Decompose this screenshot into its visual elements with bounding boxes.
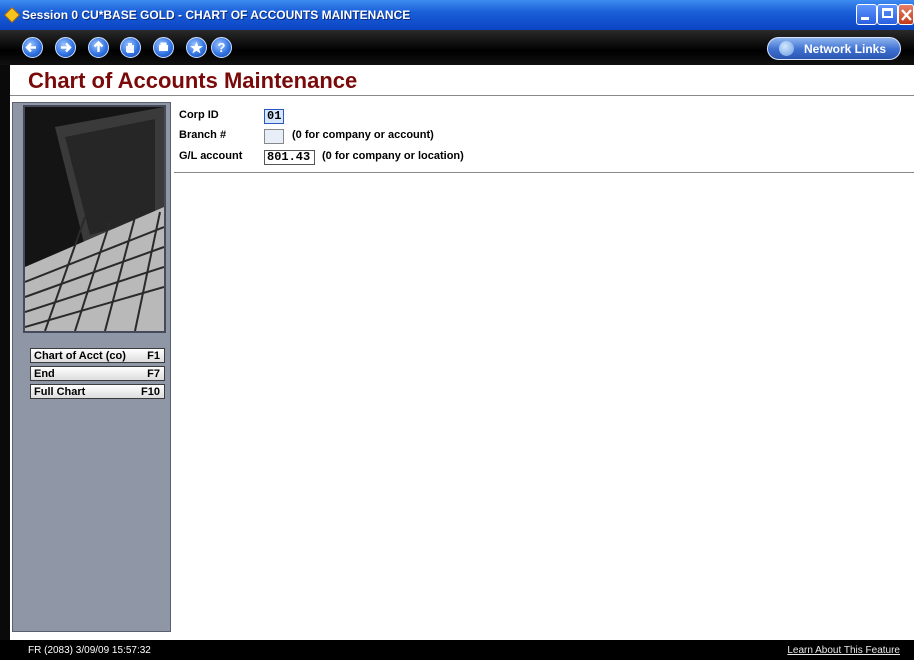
- gl-account-hint: (0 for company or location): [322, 150, 464, 162]
- fkey-full-chart[interactable]: Full Chart F10: [30, 384, 165, 399]
- close-icon: [901, 9, 912, 21]
- fkey-chart-of-acct-co[interactable]: Chart of Acct (co) F1: [30, 348, 165, 363]
- branch-hint: (0 for company or account): [292, 129, 434, 141]
- star-icon: [190, 41, 203, 54]
- back-arrow-icon: [25, 42, 36, 53]
- fkey-label: End: [34, 368, 55, 380]
- fkey-key: F7: [147, 368, 160, 380]
- status-bar: FR (2083) 3/09/09 15:57:32 Learn About T…: [0, 640, 914, 660]
- print-button[interactable]: [153, 37, 174, 58]
- branch-label: Branch #: [179, 129, 227, 141]
- help-button[interactable]: ?: [211, 37, 232, 58]
- fkey-key: F1: [147, 350, 160, 362]
- fkey-label: Full Chart: [34, 386, 86, 398]
- app-icon: [4, 7, 20, 23]
- forward-button[interactable]: [55, 37, 76, 58]
- fkey-key: F10: [141, 386, 160, 398]
- print-icon: [159, 42, 168, 51]
- favorites-button[interactable]: [186, 37, 207, 58]
- forward-arrow-icon: [61, 42, 72, 53]
- laptop-photo: [23, 105, 166, 333]
- window-titlebar: Session 0 CU*BASE GOLD - CHART OF ACCOUN…: [0, 0, 914, 30]
- fkey-label: Chart of Acct (co): [34, 350, 126, 362]
- laptop-image: [25, 107, 164, 331]
- gl-account-label: G/L account: [179, 150, 243, 162]
- status-session-info: FR (2083) 3/09/09 15:57:32: [28, 645, 151, 656]
- gl-account-input[interactable]: 801.43: [264, 150, 315, 165]
- page-header: Chart of Accounts Maintenance: [10, 65, 914, 96]
- network-links-button[interactable]: Network Links: [767, 37, 901, 60]
- help-icon: ?: [217, 40, 226, 55]
- page-title: Chart of Accounts Maintenance: [28, 68, 358, 93]
- stop-button[interactable]: [120, 37, 141, 58]
- branch-input[interactable]: [264, 129, 284, 144]
- minimize-button[interactable]: [856, 4, 877, 25]
- close-button[interactable]: [898, 4, 914, 25]
- hand-icon: [126, 43, 134, 53]
- window-title: Session 0 CU*BASE GOLD - CHART OF ACCOUN…: [22, 8, 411, 22]
- up-arrow-icon: [93, 40, 104, 52]
- globe-icon: [779, 41, 794, 56]
- form-divider: [174, 172, 914, 173]
- corp-id-label: Corp ID: [179, 109, 219, 121]
- network-links-label: Network Links: [804, 42, 887, 56]
- maximize-button[interactable]: [877, 4, 898, 25]
- back-button[interactable]: [22, 37, 43, 58]
- learn-about-feature-link[interactable]: Learn About This Feature: [787, 645, 900, 656]
- corp-id-input[interactable]: 01: [264, 109, 284, 124]
- fkey-end[interactable]: End F7: [30, 366, 165, 381]
- up-button[interactable]: [88, 37, 109, 58]
